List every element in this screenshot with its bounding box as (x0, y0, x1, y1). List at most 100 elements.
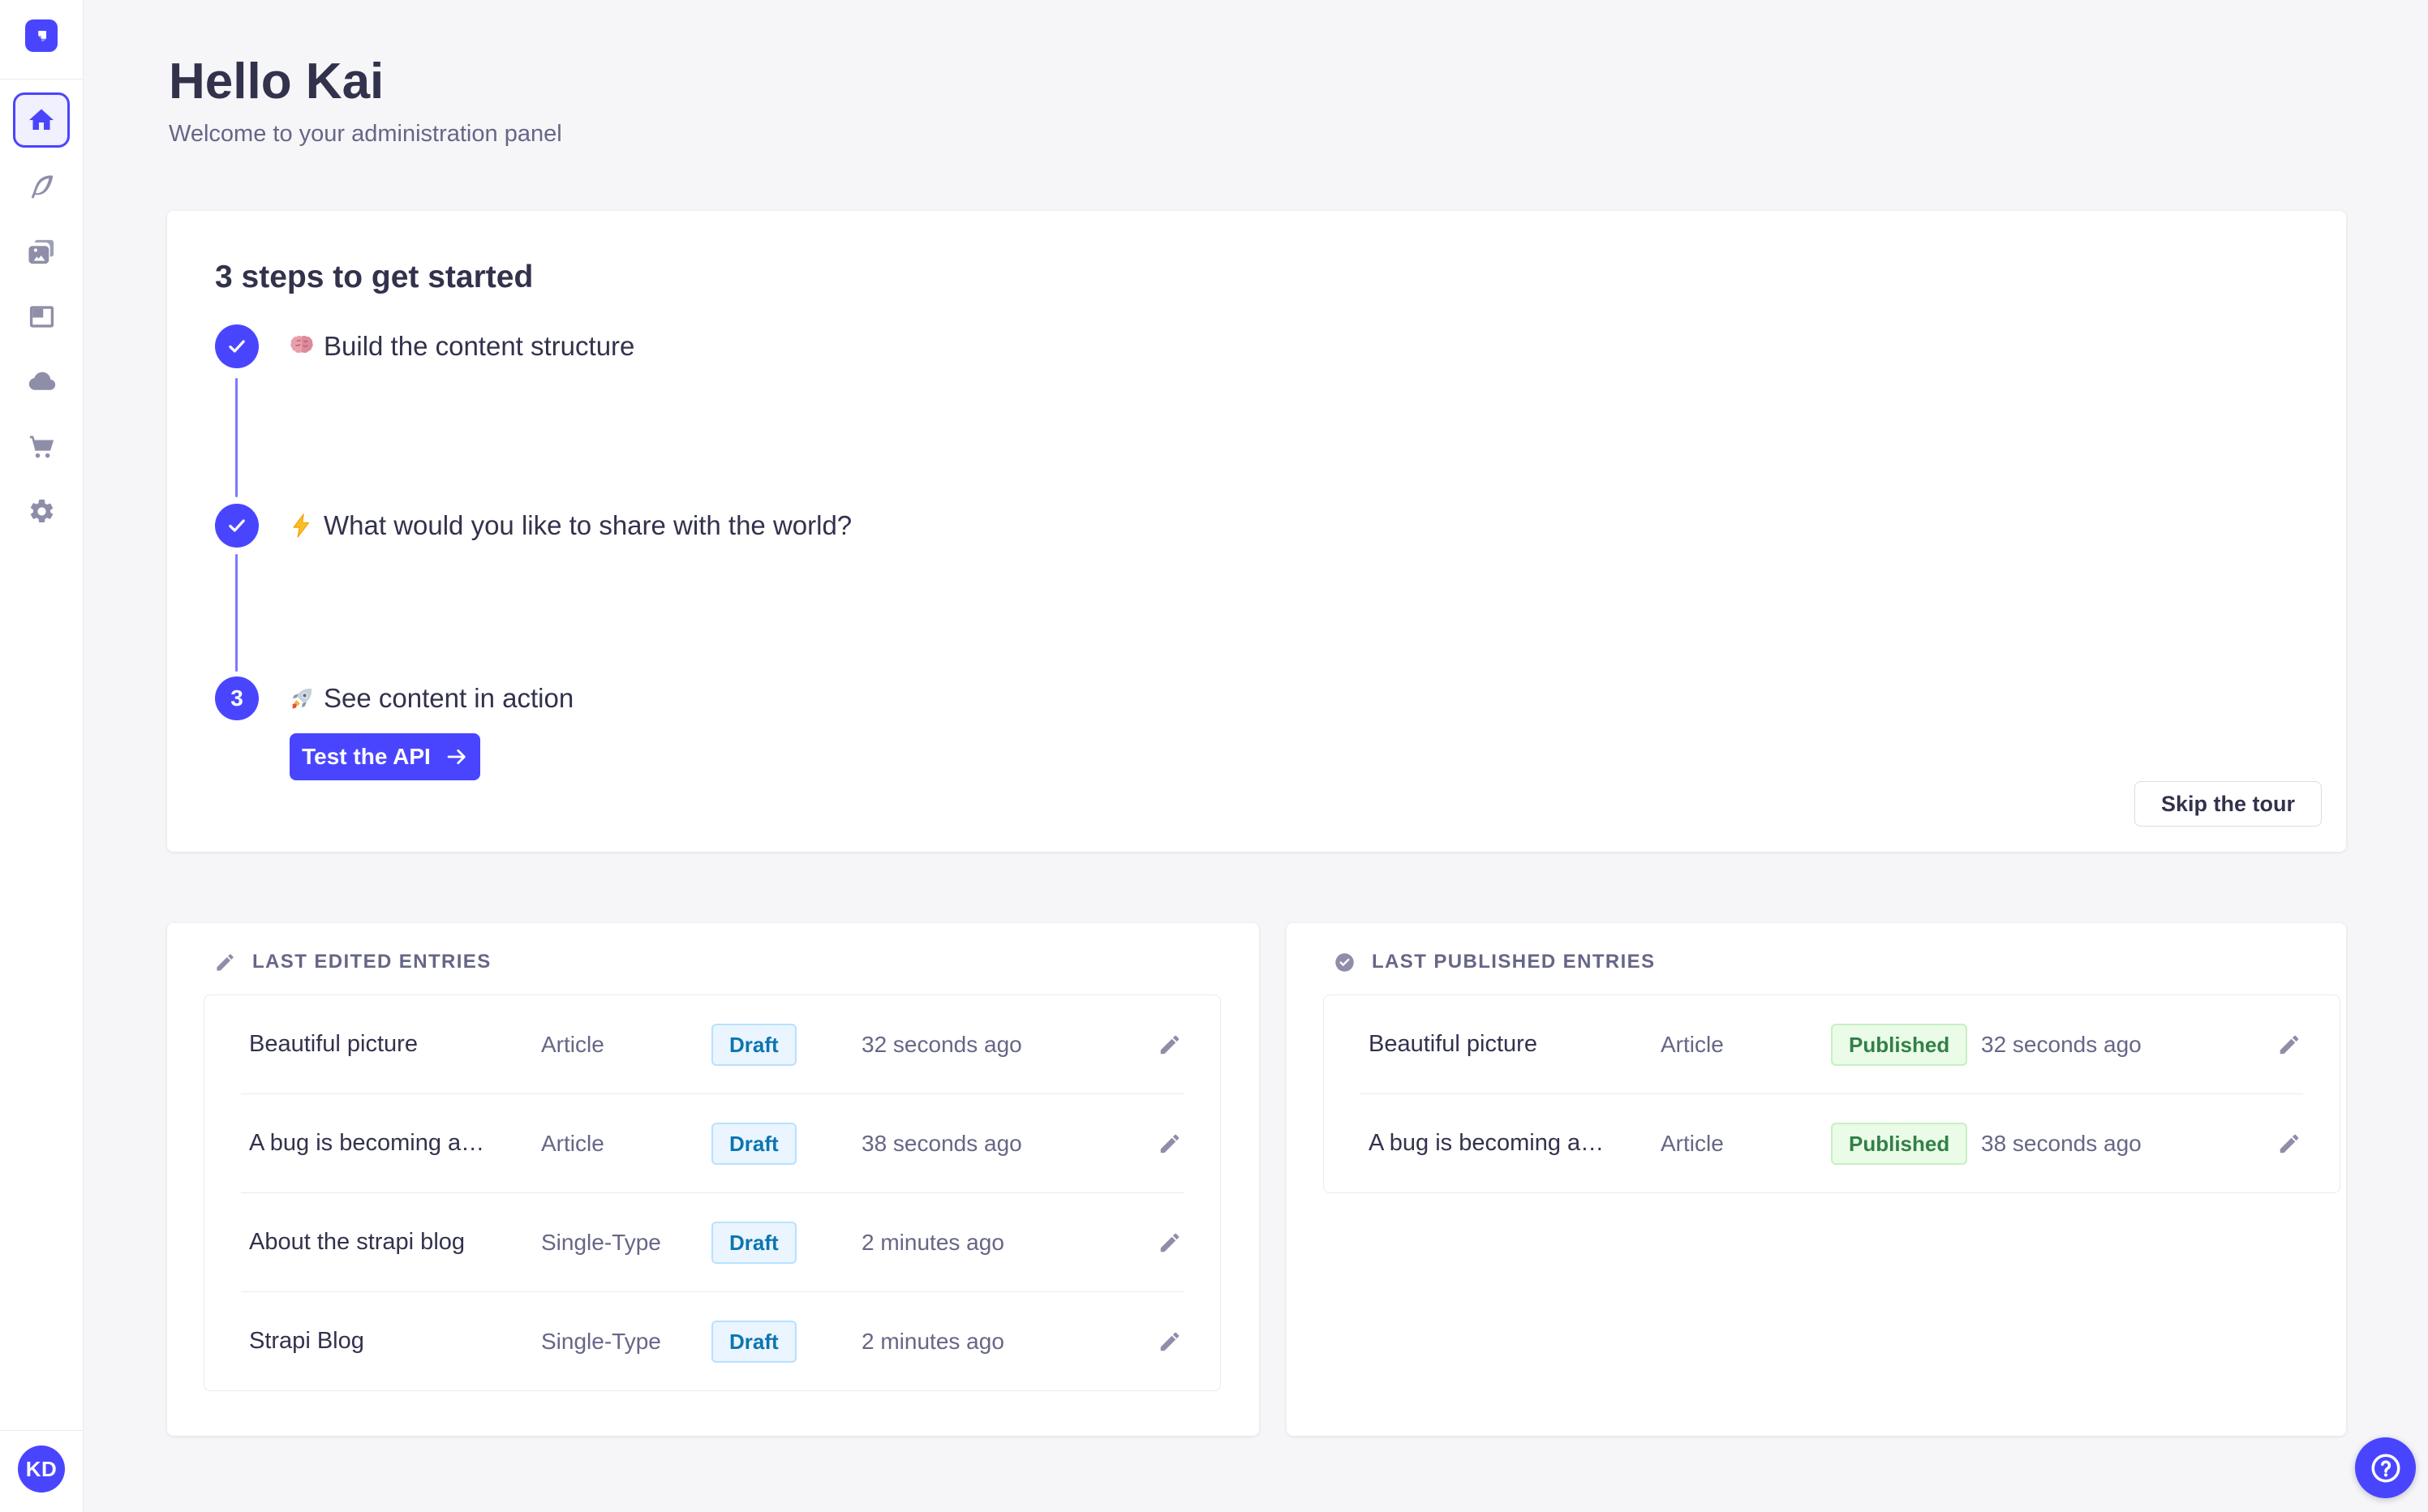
layout-icon (29, 305, 54, 328)
home-icon (29, 109, 54, 130)
step-2-share-with-world[interactable]: What would you like to share with the wo… (215, 504, 852, 548)
onboarding-card: 3 steps to get started Build the content… (167, 211, 2346, 852)
step-3-status-circle: 3 (215, 677, 259, 720)
table-row: A bug is becoming a… Article Draft 38 se… (204, 1094, 1220, 1192)
entry-time: 2 minutes ago (862, 1229, 1004, 1255)
last-edited-title: LAST EDITED ENTRIES (252, 951, 492, 973)
test-the-api-button[interactable]: Test the API (290, 733, 480, 780)
edit-entry-button[interactable] (1152, 1027, 1188, 1063)
step-2-label: What would you like to share with the wo… (324, 510, 853, 540)
entry-kind: Single-Type (541, 1229, 661, 1255)
status-badge: Draft (711, 1122, 797, 1165)
entry-kind: Article (1661, 1031, 1724, 1057)
step-3-label: See content in action (324, 683, 574, 713)
pencil-icon (1160, 1332, 1180, 1351)
entry-kind: Article (541, 1130, 604, 1156)
brain-emoji-glyph (290, 335, 313, 354)
entry-title: About the strapi blog (249, 1229, 466, 1255)
sidebar-item-content-manager[interactable] (0, 166, 84, 207)
step-1-label: Build the content structure (324, 331, 635, 361)
last-published-header: LAST PUBLISHED ENTRIES (1334, 951, 1656, 973)
step-connector-1 (235, 378, 238, 497)
sidebar-item-settings[interactable] (0, 491, 84, 531)
entry-title: Strapi Blog (249, 1328, 364, 1354)
step-2-status-circle (215, 504, 259, 548)
sidebar-item-content-type-builder[interactable] (0, 296, 84, 337)
check-icon (229, 340, 245, 353)
last-published-table: Beautiful picture Article Published 32 s… (1323, 994, 2340, 1193)
table-row: About the strapi blog Single-Type Draft … (204, 1193, 1220, 1291)
entry-kind: Article (541, 1031, 604, 1057)
edit-entry-button[interactable] (1152, 1324, 1188, 1360)
status-badge: Draft (711, 1023, 797, 1066)
edit-entry-button[interactable] (1152, 1126, 1188, 1162)
step-3-number: 3 (230, 685, 243, 711)
table-row: Strapi Blog Single-Type Draft 2 minutes … (204, 1292, 1220, 1390)
sidebar-divider-bottom (0, 1430, 84, 1431)
sidebar-item-cloud[interactable] (0, 361, 84, 402)
entry-time: 2 minutes ago (862, 1328, 1004, 1354)
help-button[interactable] (2355, 1437, 2416, 1498)
pencil-icon (2280, 1134, 2299, 1153)
entry-time: 32 seconds ago (1981, 1031, 2142, 1057)
test-the-api-label: Test the API (302, 744, 431, 769)
edit-entry-button[interactable] (2271, 1126, 2307, 1162)
pencil-icon (1160, 1035, 1180, 1054)
step-3-see-content-in-action[interactable]: 3 See content in action (215, 677, 574, 720)
page-subtitle: Welcome to your administration panel (169, 121, 562, 147)
cloud-icon (28, 372, 56, 390)
gear-icon (30, 499, 54, 522)
page-title: Hello Kai (169, 54, 385, 110)
rocket-emoji-glyph (292, 688, 312, 709)
table-row: Beautiful picture Article Published 32 s… (1324, 995, 2340, 1093)
zap-emoji (288, 512, 316, 539)
entry-kind: Article (1661, 1130, 1724, 1156)
brain-emoji (288, 333, 316, 360)
check-circle-icon (1335, 952, 1354, 972)
strapi-logo-glyph (38, 31, 46, 42)
step-1-build-content-structure[interactable]: Build the content structure (215, 324, 634, 368)
images-icon (28, 239, 54, 264)
status-badge: Draft (711, 1320, 797, 1363)
feather-icon (31, 174, 54, 199)
step-connector-2 (235, 554, 238, 672)
table-row: Beautiful picture Article Draft 32 secon… (204, 995, 1220, 1093)
edit-entry-button[interactable] (2271, 1027, 2307, 1063)
sidebar: KD (0, 0, 84, 1512)
pencil-icon (217, 953, 234, 971)
question-circle-icon (2371, 1454, 2400, 1482)
onboarding-title: 3 steps to get started (215, 260, 534, 294)
edit-entry-button[interactable] (1152, 1225, 1188, 1261)
status-badge: Draft (711, 1221, 797, 1264)
status-badge: Published (1831, 1023, 1968, 1066)
status-badge: Published (1831, 1122, 1968, 1165)
entry-title: Beautiful picture (249, 1031, 418, 1057)
strapi-logo (25, 19, 58, 52)
pencil-icon (2280, 1035, 2299, 1054)
sidebar-item-home[interactable] (13, 92, 70, 148)
last-edited-entries-widget: LAST EDITED ENTRIES Beautiful picture Ar… (167, 923, 1259, 1436)
arrow-right-icon (447, 750, 466, 764)
user-avatar[interactable]: KD (18, 1445, 65, 1493)
entry-title: A bug is becoming a… (249, 1130, 485, 1156)
sidebar-item-marketplace[interactable] (0, 426, 84, 466)
step-1-status-circle (215, 324, 259, 368)
pencil-icon (1160, 1134, 1180, 1153)
last-edited-table: Beautiful picture Article Draft 32 secon… (204, 994, 1221, 1391)
entry-title: Beautiful picture (1369, 1031, 1537, 1057)
zap-emoji-glyph (293, 513, 310, 538)
last-published-title: LAST PUBLISHED ENTRIES (1372, 951, 1656, 973)
table-row: A bug is becoming a… Article Published 3… (1324, 1094, 2340, 1192)
last-published-entries-widget: LAST PUBLISHED ENTRIES Beautiful picture… (1287, 923, 2346, 1436)
skip-the-tour-button[interactable]: Skip the tour (2134, 781, 2322, 827)
pencil-icon (1160, 1233, 1180, 1252)
sidebar-item-media-library[interactable] (0, 231, 84, 272)
entry-time: 38 seconds ago (862, 1130, 1022, 1156)
check-icon (229, 519, 245, 532)
entry-title: A bug is becoming a… (1369, 1130, 1605, 1156)
rocket-emoji (288, 685, 316, 712)
entry-time: 32 seconds ago (862, 1031, 1022, 1057)
entry-time: 38 seconds ago (1981, 1130, 2142, 1156)
entry-kind: Single-Type (541, 1328, 661, 1354)
last-edited-header: LAST EDITED ENTRIES (214, 951, 492, 973)
